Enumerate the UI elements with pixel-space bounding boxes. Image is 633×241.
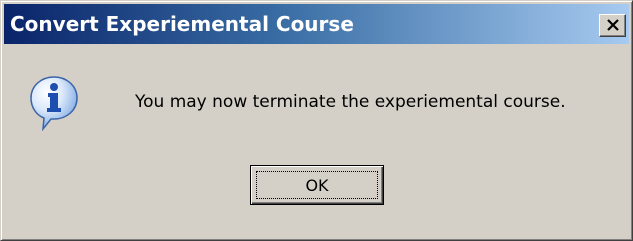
message-text: You may now terminate the experiemental …: [135, 92, 566, 112]
focus-rectangle: [256, 171, 378, 199]
close-x-icon: [607, 19, 619, 31]
ok-button[interactable]: OK: [250, 165, 384, 205]
message-dialog: Convert Experiemental Course You may now…: [0, 0, 633, 241]
information-balloon-icon: [30, 76, 78, 131]
title-bar[interactable]: Convert Experiemental Course: [4, 4, 629, 44]
close-button[interactable]: [599, 14, 626, 37]
window-title: Convert Experiemental Course: [10, 12, 354, 36]
